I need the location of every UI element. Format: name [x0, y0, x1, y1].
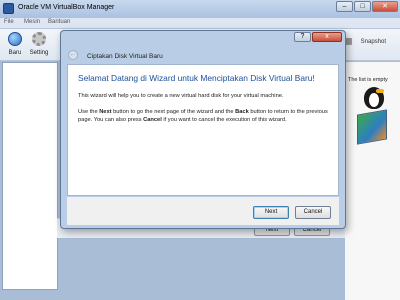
back-arrow-icon[interactable]: ← [68, 50, 78, 60]
wizard-content: Selamat Datang di Wizard untuk Menciptak… [67, 64, 339, 196]
instr-next: Next [99, 109, 112, 115]
maximize-button[interactable]: □ [354, 1, 371, 12]
manager-title: Oracle VM VirtualBox Manager [18, 4, 115, 11]
new-vm-label: Baru [8, 50, 22, 56]
settings-button[interactable]: Setting [27, 31, 51, 59]
empty-list-message: The list is empty [348, 77, 388, 83]
cancel-button[interactable]: Cancel [295, 206, 331, 219]
close-icon[interactable]: x [312, 32, 342, 42]
penguin-belly [369, 93, 379, 107]
window-controls: – □ ✕ [336, 1, 398, 12]
menu-file[interactable]: File [4, 19, 14, 25]
wizard-instructions-text: Use the Next button to go the next page … [78, 108, 328, 124]
dialog-titlebar: ? x ← Ciptakan Disk Virtual Baru [61, 31, 345, 61]
new-vm-icon [8, 32, 22, 46]
help-icon[interactable]: ? [294, 32, 311, 42]
next-button[interactable]: Next [253, 206, 289, 219]
cube-icon [357, 109, 387, 145]
instr-part-d: if you want to cancel the execution of t… [161, 117, 287, 123]
menu-bantuan[interactable]: Bantuan [48, 19, 70, 25]
virtualbox-icon [3, 3, 14, 14]
wizard-intro-text: This wizard will help you to create a ne… [78, 93, 284, 99]
instr-part-b: button to go the next page of the wizard… [111, 109, 236, 115]
close-button[interactable]: ✕ [372, 1, 398, 12]
penguin-beak [376, 89, 384, 93]
wizard-heading: Selamat Datang di Wizard untuk Menciptak… [78, 73, 315, 83]
new-vm-button[interactable]: Baru [3, 31, 27, 59]
wizard-dialog: ? x ← Ciptakan Disk Virtual Baru Selamat… [60, 30, 346, 229]
instr-cancel: Cancel [143, 117, 162, 123]
snapshot-icon [345, 38, 352, 45]
gear-icon [32, 32, 46, 46]
settings-label: Setting [29, 50, 49, 56]
minimize-button[interactable]: – [336, 1, 353, 12]
manager-titlebar: Oracle VM VirtualBox Manager – □ ✕ [0, 0, 400, 18]
menu-mesin[interactable]: Mesin [24, 19, 40, 25]
snapshot-tab[interactable]: Snapshot [361, 39, 386, 45]
instr-back: Back [235, 109, 249, 115]
dialog-footer: Next Cancel [67, 197, 339, 225]
instr-part-a: Use the [78, 109, 100, 115]
menubar: File Mesin Bantuan [0, 18, 400, 29]
vm-list[interactable] [2, 62, 58, 290]
dialog-title: Ciptakan Disk Virtual Baru [87, 53, 163, 60]
